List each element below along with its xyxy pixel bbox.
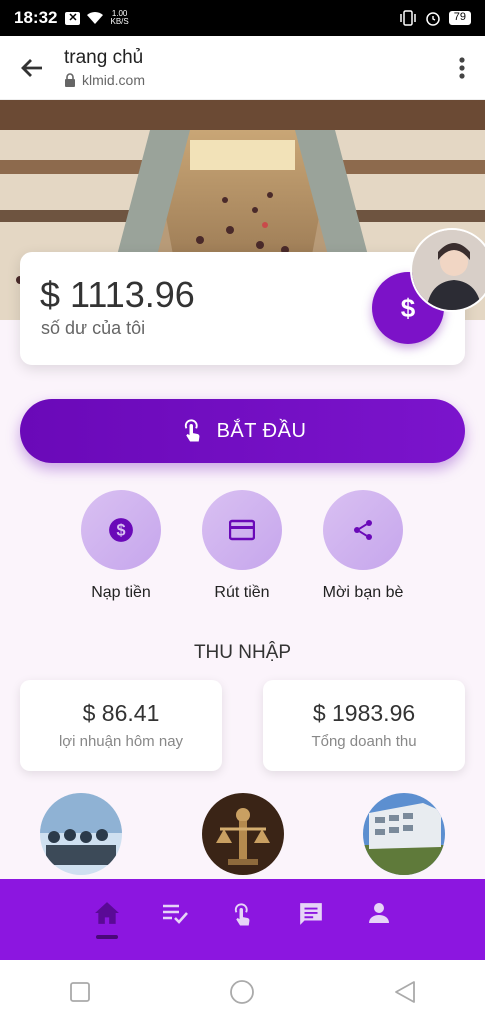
deposit-circle[interactable]: $ (81, 490, 161, 570)
tap-hand-icon (184, 419, 200, 442)
invite-circle[interactable] (323, 490, 403, 570)
share-icon (354, 520, 372, 540)
person-icon (368, 903, 389, 923)
url-block[interactable]: trang chủ klmid.com (64, 47, 439, 88)
recents-square-icon[interactable] (69, 981, 91, 1003)
tap-hand-icon (234, 903, 249, 926)
justice-thumbnail[interactable] (202, 793, 284, 875)
building-thumbnail[interactable] (363, 793, 445, 875)
vibrate-icon (400, 10, 416, 26)
credit-card-icon (229, 519, 255, 541)
alarm-icon (426, 12, 440, 26)
deposit-label: Nạp tiền (91, 584, 151, 601)
total-revenue-value: $ 1983.96 (312, 700, 416, 726)
balance-label: số dư của tôi (41, 318, 146, 338)
page-title: trang chủ (64, 47, 144, 68)
browser-toolbar: trang chủ klmid.com (0, 36, 485, 100)
status-time: 18:32 (14, 8, 58, 27)
today-profit-card: $ 86.41 lợi nhuận hôm nay (20, 680, 222, 771)
start-button-label: BẮT ĐẦU (216, 419, 307, 442)
bottom-navigation (0, 879, 485, 960)
withdraw-circle[interactable] (202, 490, 282, 570)
network-speed-unit: KB/S (110, 17, 129, 26)
start-button[interactable]: BẮT ĐẦU (20, 399, 465, 463)
today-profit-label: lợi nhuận hôm nay (58, 733, 184, 750)
nav-messages[interactable] (294, 901, 328, 935)
svg-text:$: $ (116, 521, 125, 539)
status-bar: 18:32 ✕ 1.00 KB/S 79 (0, 0, 485, 36)
balance-amount: $ 1113.96 (40, 274, 195, 315)
wifi-icon (87, 11, 104, 24)
dollar-sign: $ (400, 292, 416, 323)
url-text: klmid.com (82, 72, 146, 88)
balance-card: $ 1113.96 số dư của tôi $ (20, 252, 465, 365)
dollar-circle-icon: $ (109, 518, 133, 542)
home-circle-icon[interactable] (229, 979, 255, 1005)
system-navigation (0, 960, 485, 1024)
nav-start[interactable] (226, 901, 260, 935)
message-icon (299, 903, 322, 925)
back-button[interactable] (0, 36, 64, 100)
chat-avatar[interactable] (410, 228, 485, 312)
deposit-action[interactable]: $ Nạp tiền (61, 490, 181, 602)
withdraw-action[interactable]: Rút tiền (182, 490, 302, 602)
meeting-thumbnail[interactable] (40, 793, 122, 875)
nav-profile[interactable] (362, 901, 396, 935)
total-revenue-label: Tổng doanh thu (311, 733, 417, 750)
battery-indicator: 79 (448, 11, 471, 25)
more-menu-button[interactable] (439, 36, 485, 100)
checklist-icon (162, 904, 188, 924)
notification-icon: ✕ (65, 11, 81, 25)
network-speed: 1.00 KB/S (110, 10, 128, 26)
total-revenue-card: $ 1983.96 Tổng doanh thu (263, 680, 465, 771)
home-icon (94, 902, 119, 924)
arrow-left-icon (21, 58, 42, 77)
lock-icon (65, 73, 75, 87)
income-title: THU NHẬP (193, 642, 292, 663)
invite-action[interactable]: Mời bạn bè (303, 490, 423, 602)
nav-home[interactable] (90, 901, 124, 939)
today-profit-value: $ 86.41 (82, 700, 160, 726)
nav-tasks[interactable] (158, 901, 192, 935)
withdraw-label: Rút tiền (214, 584, 270, 601)
back-triangle-icon[interactable] (394, 980, 416, 1004)
invite-label: Mời bạn bè (322, 584, 404, 601)
more-vertical-icon (459, 56, 465, 79)
